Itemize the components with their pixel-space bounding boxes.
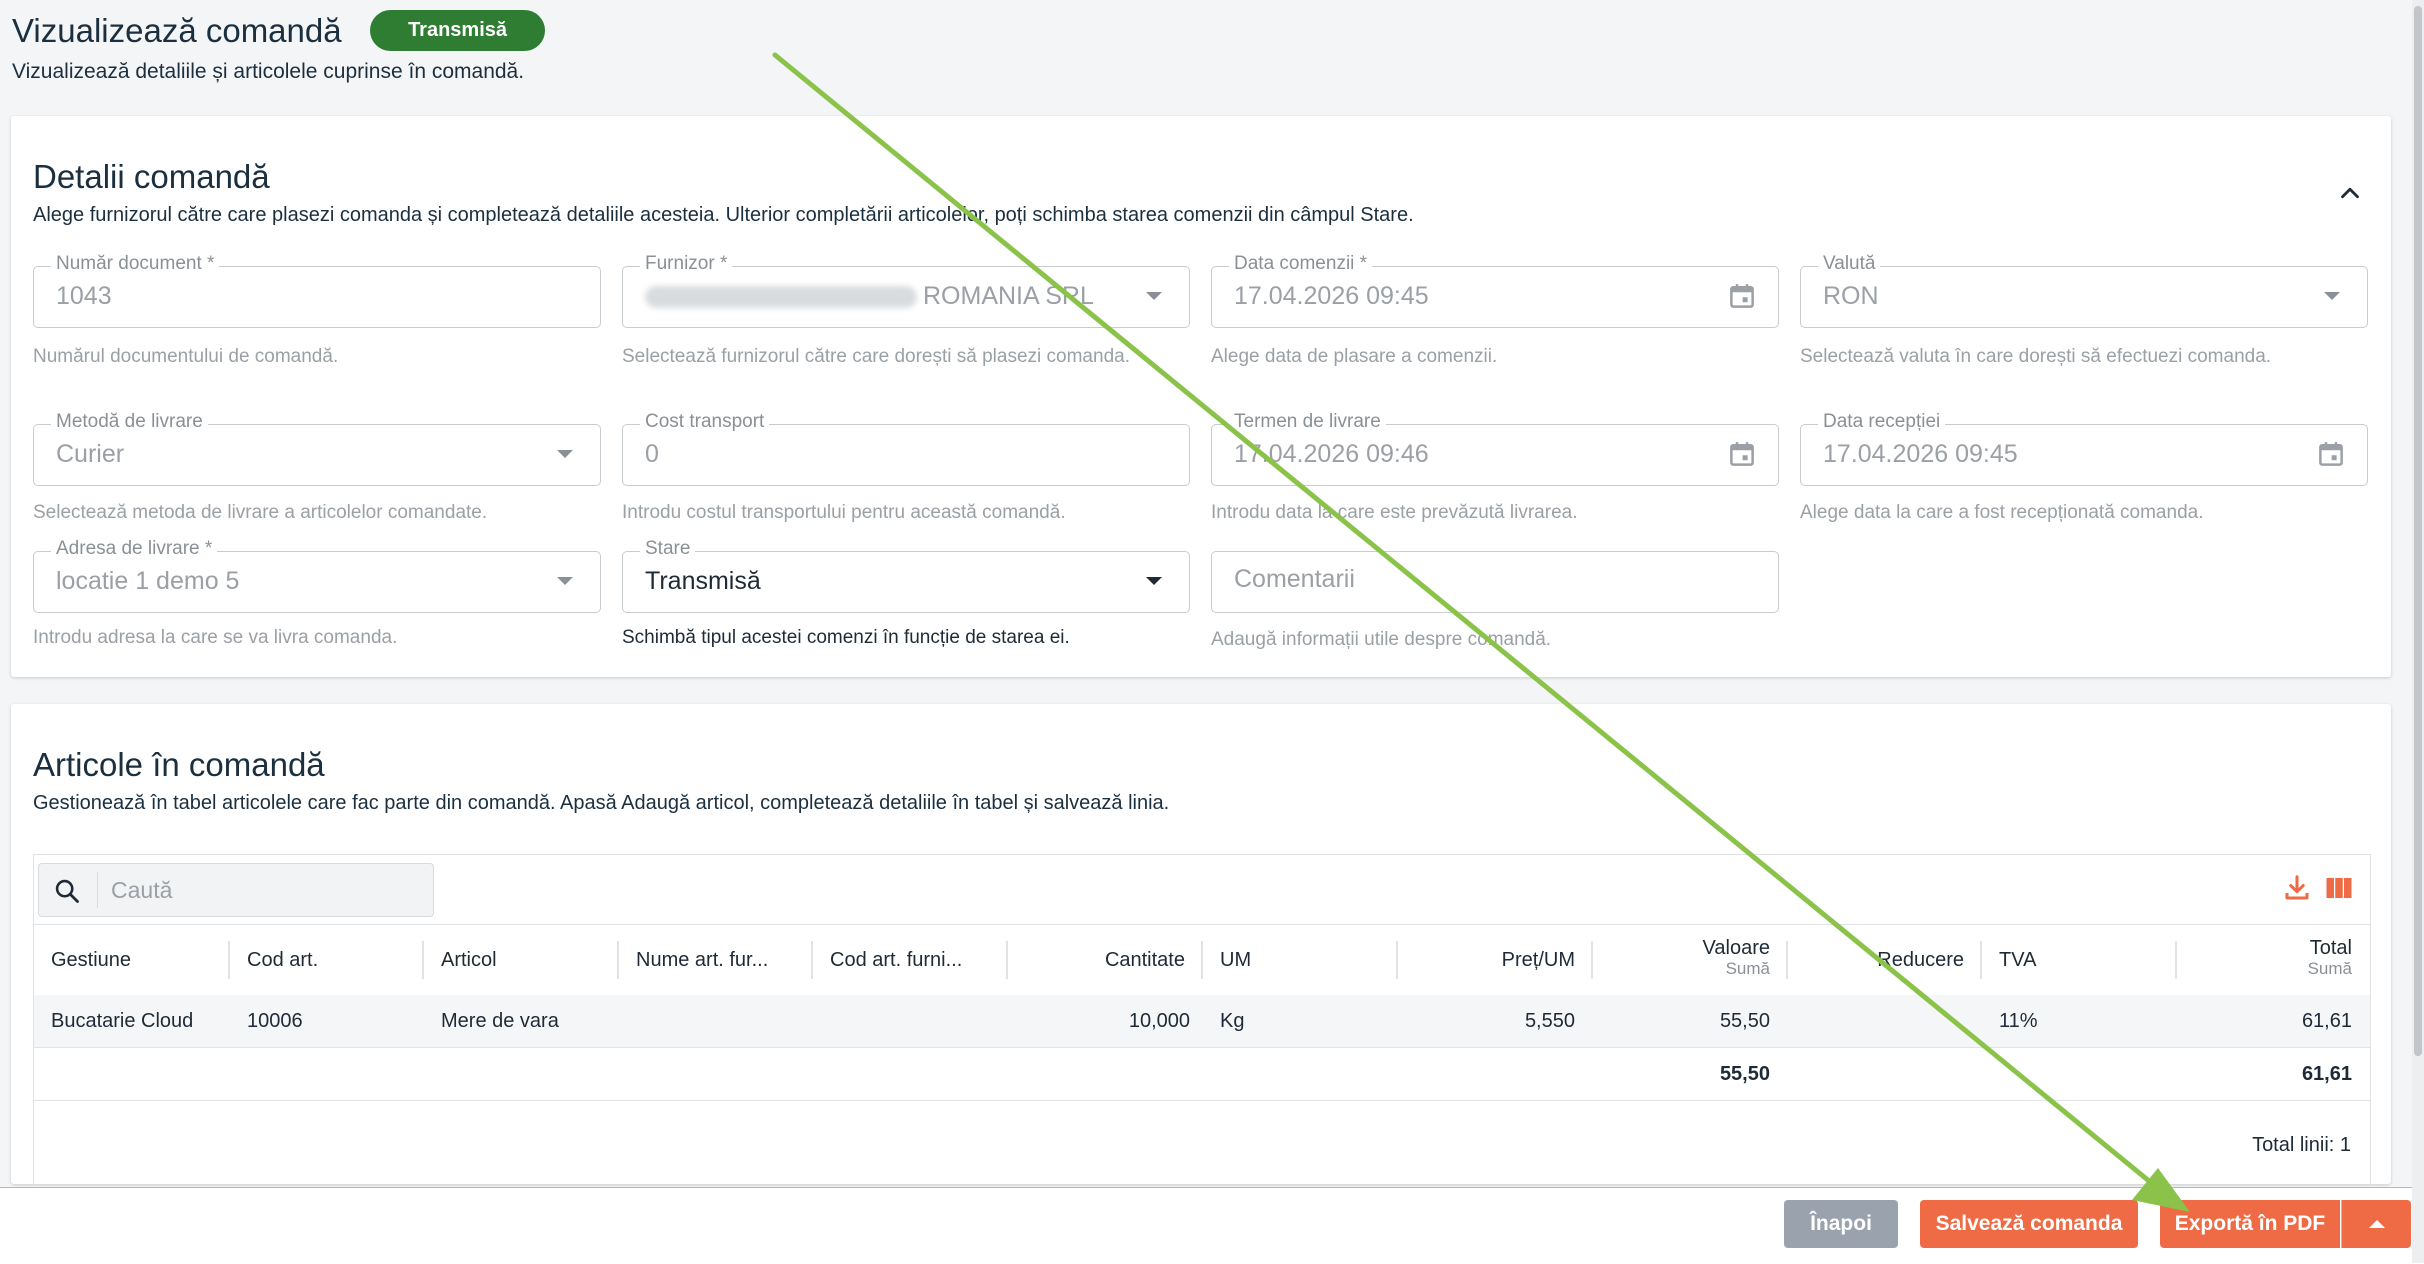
search-icon	[55, 879, 79, 903]
document-number-label: Număr document *	[51, 253, 220, 275]
total-valoare: 55,50	[1719, 1063, 1770, 1085]
export-options-button[interactable]	[2341, 1200, 2411, 1248]
save-order-button[interactable]: Salvează comanda	[1920, 1200, 2138, 1248]
document-number-helper: Numărul documentului de comandă.	[33, 346, 339, 367]
calendar-icon[interactable]	[2316, 439, 2346, 469]
column-header-um[interactable]: UM	[1203, 925, 1398, 995]
cell-valoare: 55,50	[1719, 1010, 1770, 1032]
redacted-text	[645, 286, 917, 309]
transport-cost-label: Cost transport	[640, 411, 770, 433]
download-icon[interactable]	[2282, 873, 2312, 903]
reception-date-helper: Alege data la care a fost recepționată c…	[1800, 502, 2204, 523]
comments-helper: Adaugă informații utile despre comandă.	[1211, 629, 1552, 650]
cell-articol: Mere de vara	[441, 1010, 559, 1032]
status-badge: Transmisă	[370, 10, 546, 51]
currency-label: Valută	[1818, 253, 1881, 275]
currency-value: RON	[1823, 282, 1879, 310]
delivery-method-value: Curier	[56, 440, 125, 468]
chevron-down-icon	[557, 577, 573, 585]
delivery-method-helper: Selectează metoda de livrare a articolel…	[33, 502, 488, 523]
caret-up-icon	[2369, 1220, 2385, 1228]
order-details-title: Detalii comandă	[33, 158, 270, 195]
chevron-up-icon[interactable]	[2335, 178, 2365, 208]
column-header-total[interactable]: Total Sumă	[2177, 925, 2370, 995]
delivery-term-value: 17.04.2026 09:46	[1234, 440, 1429, 468]
cell-cantitate: 10,000	[1128, 1010, 1190, 1032]
back-button[interactable]: Înapoi	[1784, 1200, 1898, 1248]
delivery-address-helper: Introdu adresa la care se va livra coman…	[33, 627, 398, 648]
column-header-articol[interactable]: Articol	[424, 925, 619, 995]
delivery-address-value: locatie 1 demo 5	[56, 567, 240, 595]
column-header-nume-art-furn[interactable]: Nume art. fur...	[619, 925, 813, 995]
search-input[interactable]	[109, 870, 423, 910]
document-number-value: 1043	[56, 282, 112, 310]
supplier-label: Furnizor *	[640, 253, 733, 275]
order-details-card: Detalii comandă Alege furnizorul către c…	[11, 116, 2391, 677]
reception-date-label: Data recepției	[1818, 411, 1946, 433]
chevron-down-icon	[2324, 292, 2340, 300]
order-details-description: Alege furnizorul către care plasezi coma…	[33, 204, 1414, 226]
column-header-reducere[interactable]: Reducere	[1788, 925, 1982, 995]
table-header: Gestiune Cod art. Articol Nume art. fur.…	[34, 924, 2370, 996]
export-pdf-button[interactable]: Exportă în PDF	[2160, 1200, 2340, 1248]
action-bar: Înapoi Salvează comanda Exportă în PDF	[0, 1187, 2424, 1264]
state-value: Transmisă	[645, 567, 761, 595]
page-header: Vizualizează comandă Transmisă	[12, 10, 2392, 51]
total-total: 61,61	[2301, 1063, 2352, 1085]
chevron-down-icon	[557, 450, 573, 458]
order-date-helper: Alege data de plasare a comenzii.	[1211, 346, 1498, 367]
column-header-tva[interactable]: TVA	[1982, 925, 2177, 995]
supplier-helper: Selectează furnizorul către care dorești…	[622, 346, 1130, 367]
page-subtitle: Vizualizează detaliile și articolele cup…	[12, 60, 525, 83]
delivery-term-helper: Introdu data la care este prevăzută livr…	[1211, 502, 1578, 523]
column-header-pret-um[interactable]: Preț/UM	[1398, 925, 1593, 995]
cell-total: 61,61	[2301, 1010, 2352, 1032]
column-header-cod-art-furn[interactable]: Cod art. furni...	[813, 925, 1008, 995]
cell-gestiune: Bucatarie Cloud	[51, 1010, 194, 1032]
chevron-down-icon	[1146, 292, 1162, 300]
cell-tva: 11%	[1999, 1010, 2038, 1032]
transport-cost-value: 0	[645, 440, 659, 468]
reception-date-value: 17.04.2026 09:45	[1823, 440, 2018, 468]
order-date-label: Data comenzii *	[1229, 253, 1373, 275]
items-table: Gestiune Cod art. Articol Nume art. fur.…	[33, 854, 2371, 1185]
cell-cod-art: 10006	[247, 1010, 303, 1032]
page-title: Vizualizează comandă	[12, 11, 342, 49]
delivery-address-label: Adresa de livrare *	[51, 538, 218, 560]
order-items-description: Gestionează în tabel articolele care fac…	[33, 792, 1170, 814]
search-box[interactable]	[38, 863, 434, 917]
calendar-icon[interactable]	[1727, 439, 1757, 469]
supplier-value: ROMANIA SRL	[645, 282, 1094, 311]
currency-helper: Selectează valuta în care dorești să efe…	[1800, 346, 2272, 367]
comments-placeholder: Comentarii	[1234, 565, 1355, 593]
order-date-value: 17.04.2026 09:45	[1234, 282, 1429, 310]
column-header-valoare[interactable]: Valoare Sumă	[1593, 925, 1788, 995]
scrollbar-thumb[interactable]	[2414, 6, 2422, 1056]
calendar-icon[interactable]	[1727, 281, 1757, 311]
column-header-cod-art[interactable]: Cod art.	[230, 925, 424, 995]
delivery-method-label: Metodă de livrare	[51, 411, 208, 433]
state-helper: Schimbă tipul acestei comenzi în funcție…	[622, 627, 1070, 648]
cell-um: Kg	[1220, 1010, 1245, 1032]
column-header-gestiune[interactable]: Gestiune	[34, 925, 230, 995]
chevron-down-icon	[1146, 577, 1162, 585]
order-items-card: Articole în comandă Gestionează în tabel…	[11, 704, 2391, 1185]
table-totals-row: 55,50 61,61	[34, 1048, 2370, 1101]
transport-cost-helper: Introdu costul transportului pentru acea…	[622, 502, 1066, 523]
column-header-cantitate[interactable]: Cantitate	[1008, 925, 1203, 995]
delivery-term-label: Termen de livrare	[1229, 411, 1386, 433]
columns-icon[interactable]	[2324, 873, 2354, 903]
order-items-title: Articole în comandă	[33, 746, 325, 783]
cell-pret-um: 5,550	[1524, 1010, 1575, 1032]
total-lines-count: Total linii: 1	[2252, 1134, 2351, 1156]
state-label: Stare	[640, 538, 696, 560]
table-row[interactable]: Bucatarie Cloud 10006 Mere de vara 10,00…	[34, 995, 2370, 1048]
